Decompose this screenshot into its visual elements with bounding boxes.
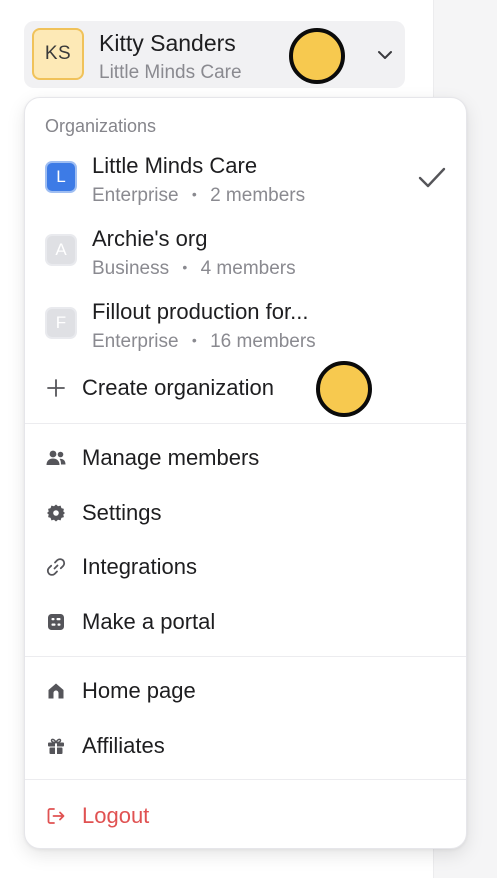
org-members: 16 members — [210, 331, 316, 352]
chevron-down-icon — [378, 51, 392, 59]
settings-label: Settings — [82, 500, 162, 525]
org-meta: Enterprise • 2 members — [92, 185, 305, 207]
page: KS Kitty Sanders Little Minds Care Organ… — [0, 0, 497, 878]
org-name: Little Minds Care — [92, 153, 258, 178]
org-badge: L — [45, 161, 77, 193]
separator: • — [191, 186, 197, 202]
account-organization: Little Minds Care — [99, 62, 242, 83]
org-plan: Business — [92, 258, 170, 279]
integrations-label: Integrations — [82, 554, 197, 579]
org-badge: A — [45, 234, 77, 266]
divider — [25, 423, 466, 424]
home-page-item[interactable]: Home page — [25, 669, 466, 713]
separator: • — [182, 259, 188, 275]
avatar: KS — [32, 28, 84, 80]
plus-icon — [47, 379, 65, 397]
make-portal-label: Make a portal — [82, 609, 216, 634]
divider — [25, 779, 466, 780]
manage-members-label: Manage members — [82, 445, 260, 470]
org-badge: F — [45, 307, 77, 339]
gear-icon — [47, 504, 65, 522]
make-portal-item[interactable]: Make a portal — [25, 600, 466, 644]
highlight-marker — [289, 28, 345, 84]
link-icon — [46, 558, 66, 576]
logout-item[interactable]: Logout — [25, 794, 466, 838]
organizations-heading: Organizations — [45, 116, 157, 136]
affiliates-item[interactable]: Affiliates — [25, 724, 466, 768]
gift-icon — [48, 738, 64, 754]
org-item-little-minds-care[interactable]: L Little Minds Care Enterprise • 2 membe… — [25, 151, 466, 221]
home-icon — [48, 683, 64, 699]
settings-item[interactable]: Settings — [25, 491, 466, 535]
highlight-marker — [316, 361, 372, 417]
portal-icon — [48, 614, 64, 630]
account-name: Kitty Sanders — [99, 30, 236, 56]
check-icon — [418, 167, 446, 188]
create-organization-button[interactable]: Create organization — [25, 366, 466, 410]
org-item-archies-org[interactable]: A Archie's org Business • 4 members — [25, 224, 466, 294]
affiliates-label: Affiliates — [82, 733, 165, 758]
org-plan: Enterprise — [92, 185, 179, 206]
organization-dropdown: Organizations L Little Minds Care Enterp… — [24, 97, 467, 849]
logout-label: Logout — [82, 803, 150, 828]
divider — [25, 656, 466, 657]
integrations-item[interactable]: Integrations — [25, 545, 466, 589]
org-members: 2 members — [210, 185, 306, 206]
logout-icon — [47, 808, 65, 824]
manage-members-item[interactable]: Manage members — [25, 436, 466, 480]
users-icon — [46, 450, 66, 465]
org-name: Archie's org — [92, 226, 208, 251]
org-name: Fillout production for... — [92, 299, 309, 324]
home-page-label: Home page — [82, 678, 196, 703]
org-meta: Business • 4 members — [92, 258, 296, 280]
org-meta: Enterprise • 16 members — [92, 331, 316, 353]
org-plan: Enterprise — [92, 331, 179, 352]
org-members: 4 members — [200, 258, 296, 279]
org-item-fillout-production[interactable]: F Fillout production for... Enterprise •… — [25, 297, 466, 367]
separator: • — [191, 332, 197, 348]
account-switcher-button[interactable]: KS Kitty Sanders Little Minds Care — [24, 21, 405, 88]
create-organization-label: Create organization — [82, 375, 275, 400]
